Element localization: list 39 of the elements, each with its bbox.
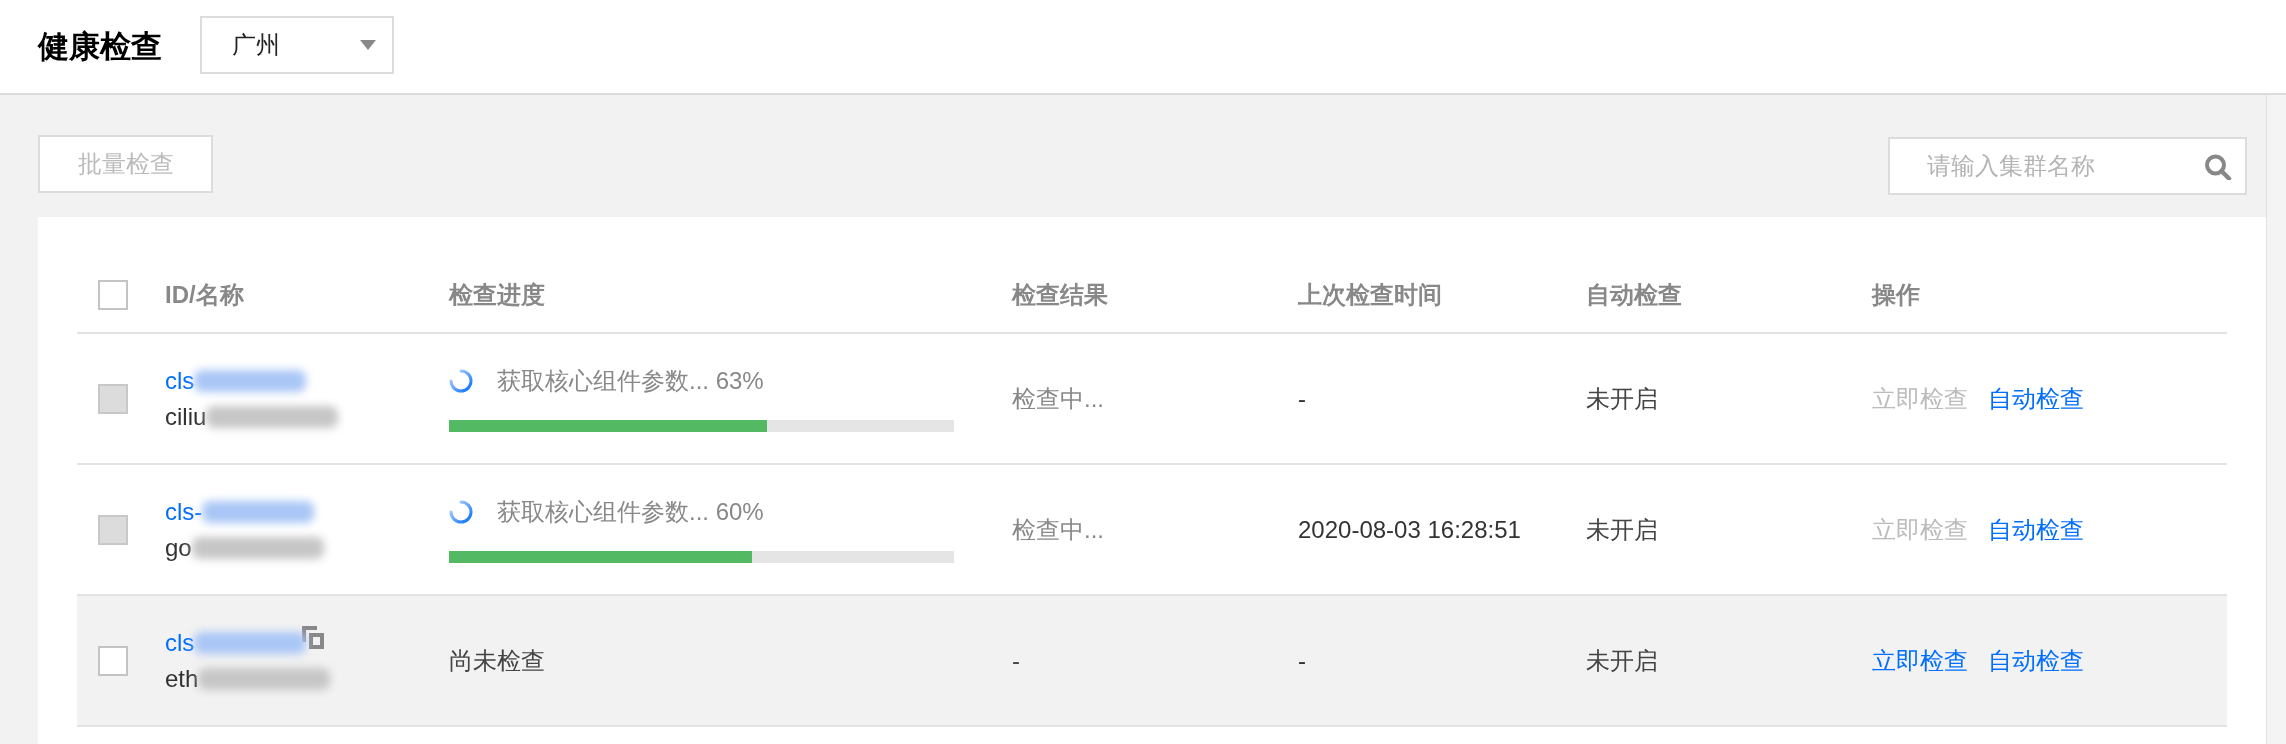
cluster-id-link[interactable]: cls	[165, 628, 195, 657]
check-result: -	[1012, 646, 1020, 675]
check-result: 检查中...	[1012, 514, 1104, 545]
action-link[interactable]: 立即检查	[1872, 644, 1968, 677]
spinner-icon	[449, 499, 473, 524]
column-header: 检查进度	[449, 280, 545, 310]
table-row[interactable]: cls eth 尚未检查 - - 未开启 立即检查 自动检查	[77, 596, 2227, 727]
action-link[interactable]: 自动检查	[1988, 644, 2084, 677]
spinner-icon	[449, 368, 473, 393]
cluster-id-link[interactable]: cls	[165, 366, 195, 395]
column-header: 检查结果	[1012, 280, 1108, 310]
last-check-time: 2020-08-03 16:28:51	[1298, 515, 1521, 544]
cluster-name: ciliu	[165, 402, 207, 431]
search-field[interactable]: 请输入集群名称	[1888, 137, 2247, 195]
cluster-name: go	[165, 533, 192, 562]
progress-text: 获取核心组件参数... 63%	[497, 365, 764, 396]
caret-icon	[360, 39, 376, 50]
select-all-checkbox[interactable]	[98, 280, 128, 310]
check-result: 检查中...	[1012, 383, 1104, 414]
auto-check-status: 未开启	[1586, 514, 1658, 545]
action-link[interactable]: 自动检查	[1988, 382, 2084, 415]
column-header: 自动检查	[1586, 280, 1682, 310]
column-header: 上次检查时间	[1298, 280, 1442, 310]
auto-check-status: 未开启	[1586, 645, 1658, 676]
last-check-time: -	[1298, 646, 1306, 675]
action-link[interactable]: 自动检查	[1988, 513, 2084, 546]
cluster-name: eth	[165, 664, 199, 693]
copy-icon[interactable]	[302, 626, 325, 649]
progress-text: 获取核心组件参数... 60%	[497, 496, 764, 527]
progress-status: 尚未检查	[449, 645, 545, 676]
region-select[interactable]: 广州	[200, 15, 394, 74]
cluster-id-link[interactable]: cls-	[165, 497, 203, 526]
column-header: 操作	[1872, 280, 1920, 310]
last-check-time: -	[1298, 384, 1306, 413]
column-header: ID/名称	[165, 280, 244, 310]
page-title: 健康检查	[38, 27, 162, 66]
search-icon[interactable]	[2204, 154, 2232, 180]
row-checkbox[interactable]	[98, 645, 128, 676]
auto-check-status: 未开启	[1586, 383, 1658, 414]
